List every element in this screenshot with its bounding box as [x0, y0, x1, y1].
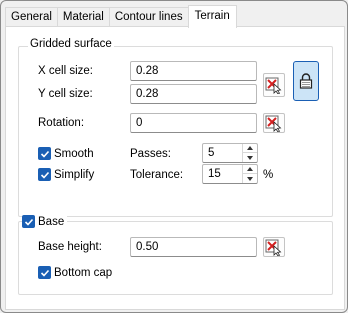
simplify-label: Simplify — [54, 168, 95, 181]
check-icon — [38, 147, 51, 160]
rotation-label: Rotation: — [38, 117, 85, 129]
tolerance-spinner[interactable]: 15 — [202, 164, 258, 184]
pick-from-model-icon — [265, 115, 282, 132]
tolerance-unit: % — [263, 169, 274, 181]
tab-terrain[interactable]: Terrain — [187, 5, 237, 28]
tolerance-decrement-button[interactable] — [243, 174, 257, 183]
check-icon — [38, 266, 51, 279]
pick-rotation-button[interactable] — [263, 113, 285, 133]
tolerance-value: 15 — [208, 168, 221, 180]
simplify-checkbox[interactable]: Simplify — [38, 168, 94, 181]
passes-increment-button[interactable] — [243, 144, 257, 153]
base-height-label: Base height: — [38, 241, 102, 253]
check-icon — [38, 168, 51, 181]
base-label: Base — [38, 215, 65, 228]
pick-base-height-button[interactable] — [263, 237, 285, 257]
tab-bar: General Material Contour lines Terrain — [5, 5, 237, 28]
tab-general[interactable]: General — [5, 7, 57, 27]
base-height-input[interactable]: 0.50 — [130, 237, 257, 257]
tolerance-label: Tolerance: — [130, 169, 184, 181]
passes-spinner[interactable]: 5 — [202, 143, 258, 163]
gridded-surface-title: Gridded surface — [28, 38, 114, 50]
tab-general-label: General — [11, 11, 52, 23]
tab-terrain-label: Terrain — [194, 10, 230, 22]
x-cell-size-value: 0.28 — [136, 65, 159, 77]
tolerance-spin-buttons — [242, 165, 257, 183]
passes-label: Passes: — [130, 148, 171, 160]
tolerance-increment-button[interactable] — [243, 165, 257, 174]
rotation-value: 0 — [136, 117, 143, 129]
check-icon — [22, 215, 35, 228]
x-cell-size-input[interactable]: 0.28 — [130, 61, 257, 81]
smooth-label: Smooth — [54, 147, 94, 160]
passes-spin-buttons — [242, 144, 257, 162]
y-cell-size-value: 0.28 — [136, 88, 159, 100]
smooth-checkbox[interactable]: Smooth — [38, 147, 94, 160]
tab-material-label: Material — [62, 11, 104, 23]
lock-icon — [299, 73, 313, 89]
bottom-cap-checkbox[interactable]: Bottom cap — [38, 266, 112, 279]
base-height-value: 0.50 — [136, 241, 159, 253]
base-group — [18, 221, 333, 295]
passes-decrement-button[interactable] — [243, 153, 257, 162]
rotation-input[interactable]: 0 — [130, 113, 257, 133]
y-cell-size-label: Y cell size: — [38, 88, 93, 100]
pick-from-model-icon — [265, 77, 282, 94]
tab-contour-lines-label: Contour lines — [114, 11, 183, 23]
x-cell-size-label: X cell size: — [38, 65, 93, 77]
base-checkbox[interactable]: Base — [22, 215, 68, 228]
tab-material[interactable]: Material — [56, 7, 109, 27]
passes-value: 5 — [208, 147, 215, 159]
bottom-cap-label: Bottom cap — [54, 266, 113, 279]
pick-cell-size-button[interactable] — [263, 73, 285, 97]
y-cell-size-input[interactable]: 0.28 — [130, 84, 257, 104]
tab-contour-lines[interactable]: Contour lines — [108, 7, 188, 27]
lock-aspect-button[interactable] — [293, 61, 319, 101]
dialog-frame: General Material Contour lines Terrain G… — [0, 0, 348, 313]
terrain-tab-page: Gridded surface X cell size: 0.28 Y cell… — [5, 26, 345, 310]
pick-from-model-icon — [265, 239, 282, 256]
